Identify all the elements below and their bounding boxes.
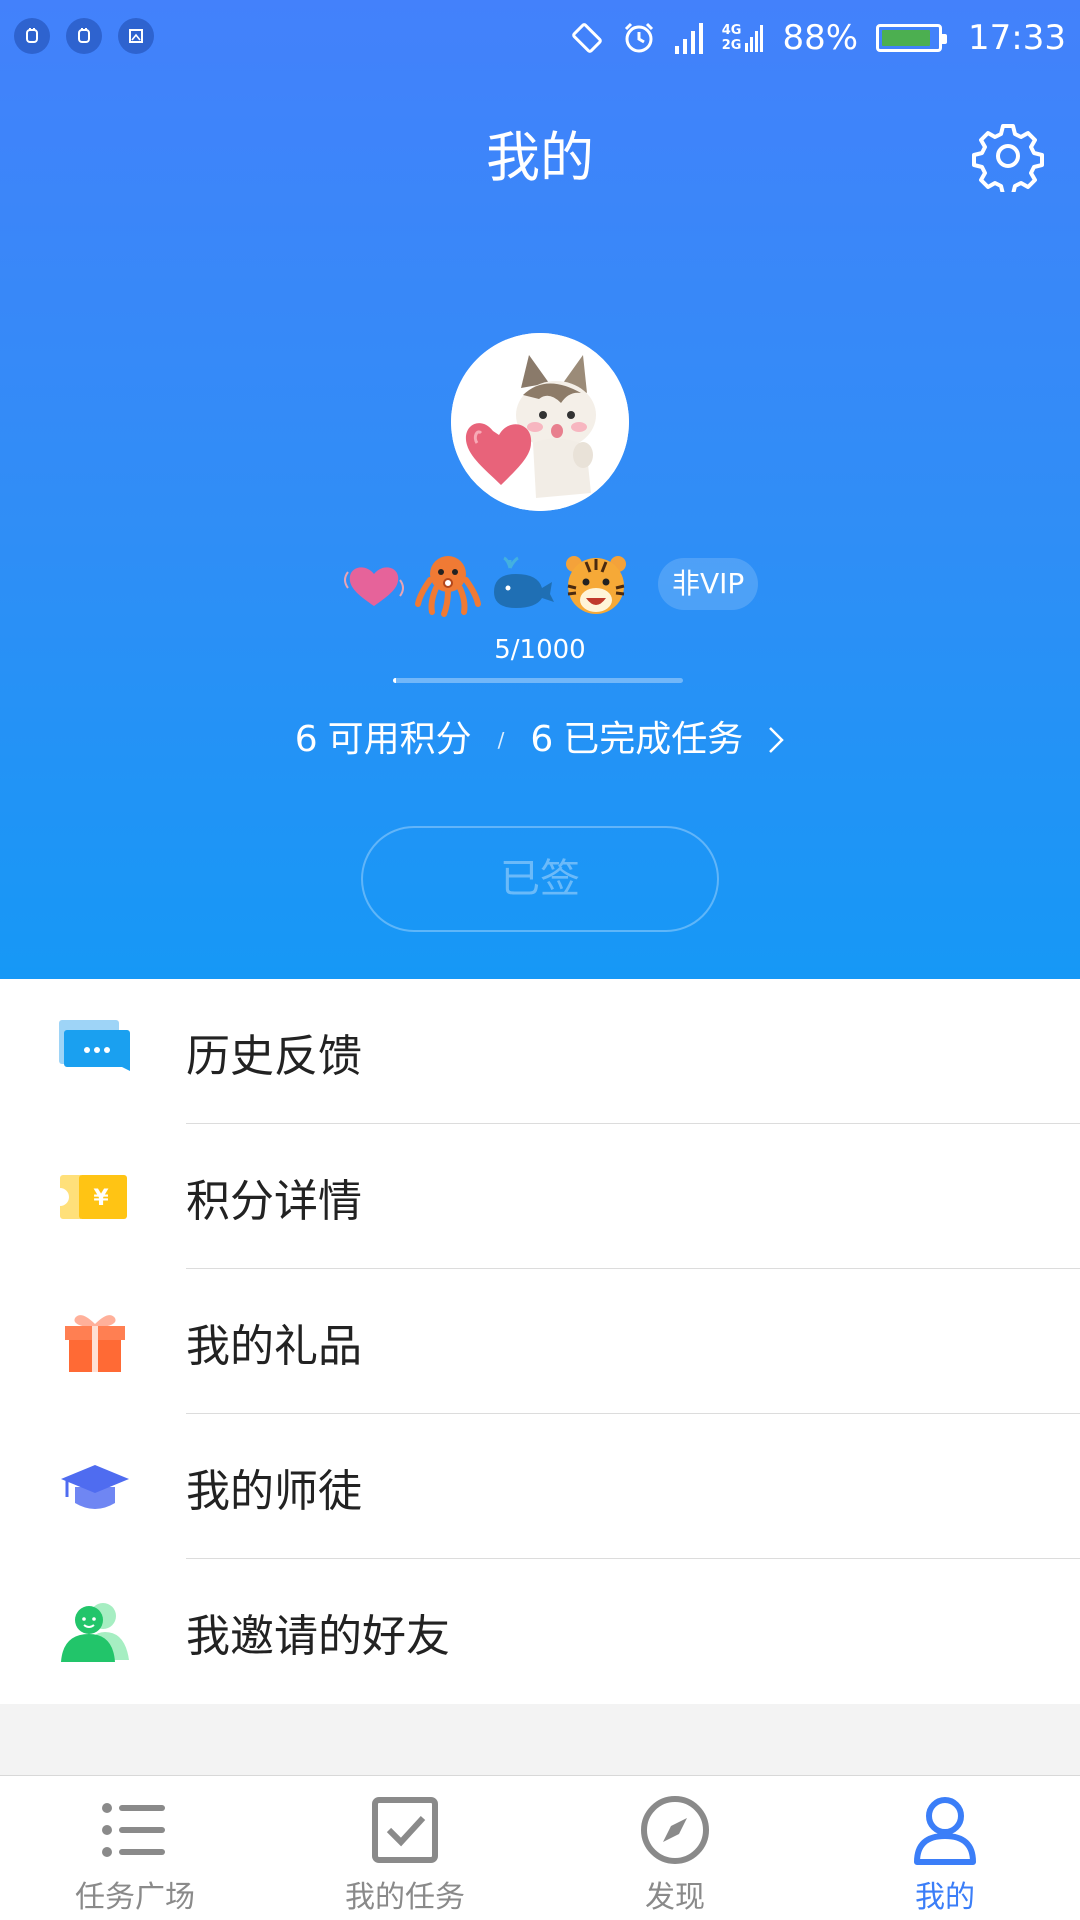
menu-item-points-detail[interactable]: ¥ 积分详情 [0, 1124, 1080, 1269]
badge-row: 非VIP [340, 550, 759, 618]
page-title: 我的 [486, 126, 594, 189]
tab-mine[interactable]: 我的 [810, 1776, 1080, 1920]
menu-item-label: 我邀请的好友 [186, 1610, 450, 1662]
level-progress-fill [393, 678, 396, 683]
battery-icon [876, 24, 948, 52]
chat-bubble-icon [59, 1019, 130, 1071]
gear-icon [972, 124, 1044, 196]
menu-item-feedback-history[interactable]: 历史反馈 [0, 979, 1080, 1124]
gift-icon [65, 1314, 125, 1372]
status-bar: 4G 2G 88% 17:33 [0, 0, 1080, 76]
screenshot-icon [118, 18, 154, 54]
stats-row[interactable]: 6 可用积分 / 6 已完成任务 [0, 715, 1080, 765]
tab-task-square[interactable]: 任务广场 [0, 1776, 270, 1920]
points-label: 可用积分 [327, 719, 472, 760]
cat-with-heart-avatar [451, 333, 629, 511]
points-value: 6 [294, 719, 318, 760]
alarm-icon [624, 22, 653, 53]
points-stat[interactable]: 6 可用积分 [295, 715, 472, 765]
menu-item-label: 我的礼品 [186, 1320, 362, 1372]
menu-item-mentorship[interactable]: 我的师徒 [0, 1414, 1080, 1559]
signal-icon [674, 23, 703, 54]
tab-my-tasks[interactable]: 我的任务 [270, 1776, 540, 1920]
stats-separator: / [497, 728, 505, 752]
menu-item-label: 我的师徒 [186, 1465, 362, 1517]
profile-header: 4G 2G 88% 17:33 我的 非VIP 5/1000 6 可用积分 / … [0, 0, 1080, 979]
tab-discover[interactable]: 发现 [540, 1776, 810, 1920]
octopus-badge [415, 556, 481, 617]
bottom-navigation: 任务广场 我的任务 发现 我的 [0, 1775, 1080, 1920]
chevron-right-icon [769, 727, 785, 753]
svg-text:¥: ¥ [93, 1186, 109, 1211]
tab-label: 我的 [915, 1880, 975, 1915]
notification-icon [66, 18, 102, 54]
sign-in-button[interactable]: 已签 [361, 826, 719, 932]
tasks-label: 已完成任务 [563, 719, 744, 760]
network-top-label: 4G [721, 23, 742, 38]
tiger-badge [566, 556, 626, 614]
level-progress-text: 5/1000 [494, 635, 586, 665]
network-bottom-label: 2G [721, 38, 742, 53]
rotate-icon [571, 23, 602, 53]
compass-icon [641, 1796, 709, 1864]
tasks-stat[interactable]: 6 已完成任务 [530, 715, 743, 765]
list-icon [102, 1803, 165, 1857]
tab-label: 我的任务 [345, 1880, 465, 1915]
heart-badge [344, 567, 404, 606]
battery-percent: 88% [782, 18, 859, 58]
person-icon [914, 1797, 976, 1865]
tab-label: 发现 [645, 1880, 705, 1915]
network-icon: 4G 2G [722, 23, 765, 53]
avatar[interactable] [451, 333, 629, 511]
menu-item-my-gifts[interactable]: 我的礼品 [0, 1269, 1080, 1414]
whale-badge [494, 556, 554, 608]
notification-icon [14, 18, 50, 54]
checkbox-icon [372, 1797, 438, 1863]
clock: 17:33 [968, 18, 1066, 58]
menu-item-label: 历史反馈 [186, 1030, 362, 1082]
level-progress-bar [393, 678, 683, 683]
friends-icon [61, 1602, 129, 1662]
menu-item-invited-friends[interactable]: 我邀请的好友 [0, 1559, 1080, 1704]
settings-button[interactable] [972, 120, 1044, 196]
tasks-value: 6 [530, 719, 554, 760]
tab-label: 任务广场 [75, 1880, 195, 1915]
menu-item-label: 积分详情 [186, 1175, 362, 1227]
menu-list: 历史反馈 ¥ 积分详情 我的礼品 我的师徒 我邀请的好友 [0, 979, 1080, 1704]
vip-status-badge: 非VIP [658, 558, 759, 610]
ticket-yen-icon: ¥ [60, 1174, 127, 1219]
graduation-cap-icon [61, 1464, 129, 1509]
